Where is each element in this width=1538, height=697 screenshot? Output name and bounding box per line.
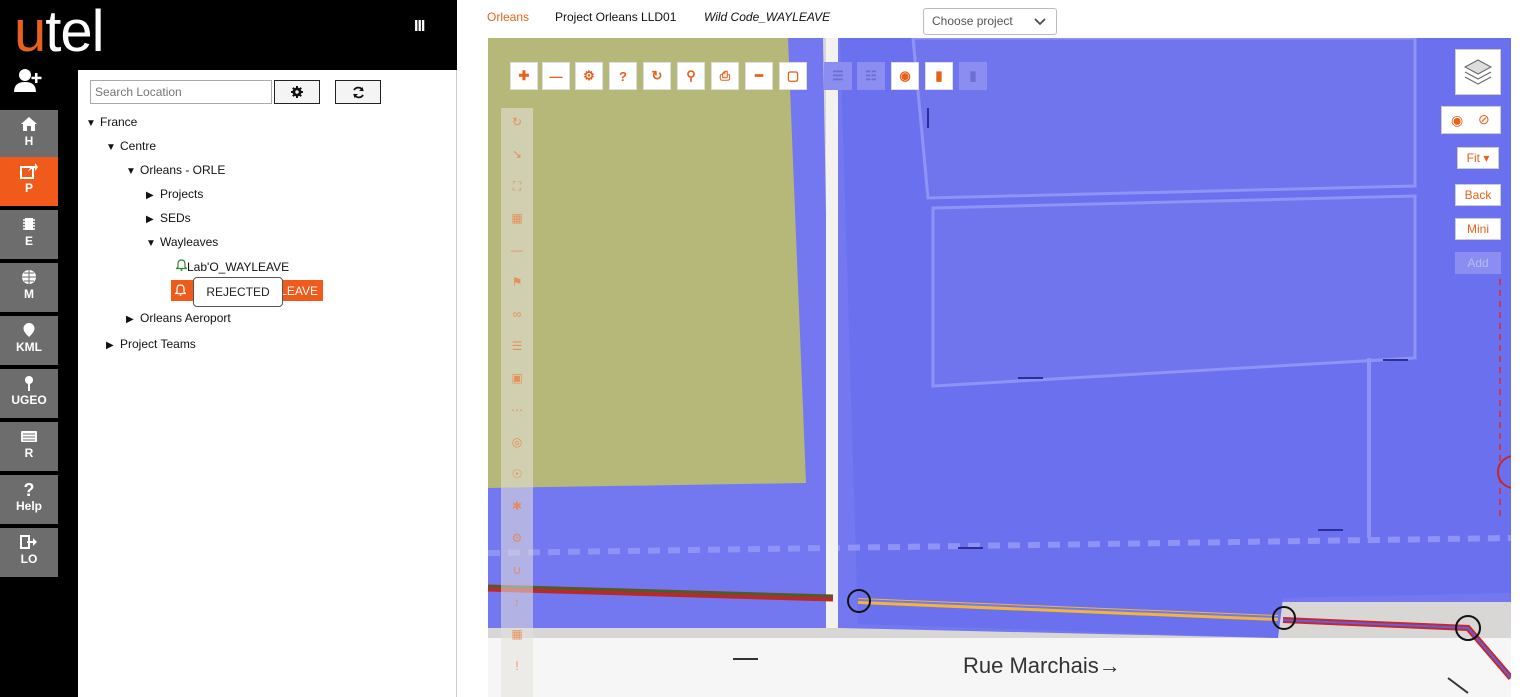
svg-text:?: ? — [24, 481, 35, 497]
table-tool[interactable]: ▦ — [508, 211, 526, 229]
eye-slash-icon[interactable]: ⊘ — [1478, 111, 1490, 128]
arrow-up-tool[interactable]: ↑ — [508, 595, 526, 613]
layers-icon — [1463, 59, 1493, 85]
line-tool[interactable]: — — [508, 243, 526, 261]
add-button[interactable]: Add — [1455, 252, 1501, 274]
zoom-in-button[interactable]: ✚ — [510, 62, 538, 90]
back-button[interactable]: Back — [1455, 184, 1501, 206]
share-icon — [20, 163, 38, 179]
map-marker-icon — [23, 323, 35, 337]
chip-icon — [23, 218, 35, 230]
breadcrumb-wild-code: Wild Code_WAYLEAVE — [704, 10, 831, 24]
home-icon — [21, 117, 37, 131]
sign-tool[interactable]: ☰ — [508, 339, 526, 357]
nav-logout[interactable]: LO — [0, 528, 58, 579]
search-settings-button[interactable] — [274, 80, 320, 104]
print-button[interactable]: ⎙ — [711, 62, 739, 90]
map-search-button[interactable]: ⚲ — [677, 62, 705, 90]
search-location-input[interactable] — [90, 80, 272, 104]
pin-icon — [25, 376, 33, 391]
choose-project-select[interactable]: Choose project — [923, 8, 1057, 35]
list-icon — [21, 431, 37, 442]
nav-equipment[interactable]: E — [0, 210, 58, 261]
visibility-button[interactable]: ◉ — [891, 62, 919, 90]
tree-node-project-teams[interactable]: ▶ Project Teams — [106, 337, 196, 351]
bookmark-button[interactable]: ▮ — [925, 62, 953, 90]
zoom-out-button[interactable]: — — [542, 62, 570, 90]
visibility-toggle-group: ◉ ⊘ — [1441, 106, 1501, 134]
mini-button[interactable]: Mini — [1455, 218, 1501, 240]
flag-tool[interactable]: ⚑ — [508, 275, 526, 293]
map-help-button[interactable]: ? — [609, 62, 637, 90]
tree-node-seds[interactable]: ▶ SEDs — [146, 211, 191, 225]
comment-button[interactable]: ☰ — [824, 62, 852, 90]
bookmark-disabled-button[interactable]: ▮ — [959, 62, 987, 90]
tree-node-france[interactable]: ▼ France — [86, 115, 137, 129]
tree-node-aeroport[interactable]: ▶ Orleans Aeroport — [126, 311, 231, 325]
nav-kml[interactable]: KML — [0, 316, 58, 367]
eye-icon[interactable]: ◉ — [1451, 112, 1463, 129]
add-user-icon[interactable] — [14, 68, 44, 98]
rotate-tool[interactable]: ↻ — [508, 115, 526, 133]
header-logo-bar: utel III — [0, 0, 457, 70]
nav-reports[interactable]: R — [0, 422, 58, 473]
polygon-tool[interactable]: ▣ — [508, 371, 526, 389]
link-tool[interactable]: ∞ — [508, 307, 526, 325]
target-tool[interactable]: ◎ — [508, 435, 526, 453]
dots-tool[interactable]: ⋯ — [508, 403, 526, 421]
expand-tool[interactable]: ⛶ — [508, 179, 526, 197]
nav-home[interactable]: H — [0, 110, 58, 161]
tree-node-wayleaves[interactable]: ▼ Wayleaves — [146, 235, 218, 249]
cog-tool[interactable]: ⚙ — [508, 531, 526, 549]
gear-icon — [291, 86, 303, 98]
warning-tool[interactable]: ! — [508, 659, 526, 677]
chevron-down-icon — [1034, 18, 1046, 26]
fit-button[interactable]: Fit ▾ — [1457, 147, 1499, 169]
nav-map[interactable]: M — [0, 263, 58, 314]
tree-node-centre[interactable]: ▼ Centre — [106, 139, 156, 153]
bell-icon — [175, 284, 186, 296]
map-settings-button[interactable]: ⚙ — [575, 62, 603, 90]
utel-logo: utel — [14, 0, 105, 64]
tree-node-projects[interactable]: ▶ Projects — [146, 187, 203, 201]
measure-button[interactable]: ━ — [745, 62, 773, 90]
street-label: Rue Marchais→ — [963, 653, 1121, 678]
antenna-tool[interactable]: ☉ — [508, 467, 526, 485]
refresh-tree-button[interactable] — [335, 80, 381, 104]
layers-button[interactable] — [1455, 49, 1501, 95]
tree-node-orleans[interactable]: ▼ Orleans - ORLE — [126, 163, 225, 177]
building-tool[interactable]: ▦ — [508, 627, 526, 645]
logout-icon — [20, 535, 37, 549]
bell-icon — [175, 259, 188, 271]
nav-ugeo[interactable]: UGEO — [0, 369, 58, 420]
chat-button[interactable]: ☷ — [857, 62, 885, 90]
column-menu-icon[interactable]: III — [414, 18, 425, 36]
question-icon: ? — [24, 481, 35, 497]
globe-icon — [22, 270, 36, 284]
breadcrumb-location[interactable]: Orleans — [487, 10, 529, 24]
frame-button[interactable]: ▢ — [779, 62, 807, 90]
status-tooltip: REJECTED — [193, 277, 283, 307]
asterisk-tool[interactable]: ✱ — [508, 499, 526, 517]
location-tree-panel: ▼France ▼Centre ▼Orleans - ORLE ▶Project… — [78, 70, 457, 697]
map-refresh-button[interactable]: ↻ — [643, 62, 671, 90]
stethoscope-tool[interactable]: ∪ — [508, 563, 526, 581]
nav-projects[interactable]: P — [0, 157, 58, 208]
refresh-icon — [352, 86, 364, 98]
nav-help[interactable]: ? Help — [0, 475, 58, 526]
map-canvas[interactable]: Rue Marchais→ — [488, 38, 1511, 697]
tree-node-lab-wayleave[interactable]: Lab'O_WAYLEAVE — [175, 259, 289, 274]
map-view[interactable]: Rue Marchais→ — [488, 38, 1511, 697]
breadcrumb-project: Project Orleans LLD01 — [555, 10, 677, 24]
collapse-tool[interactable]: ↘ — [508, 147, 526, 165]
